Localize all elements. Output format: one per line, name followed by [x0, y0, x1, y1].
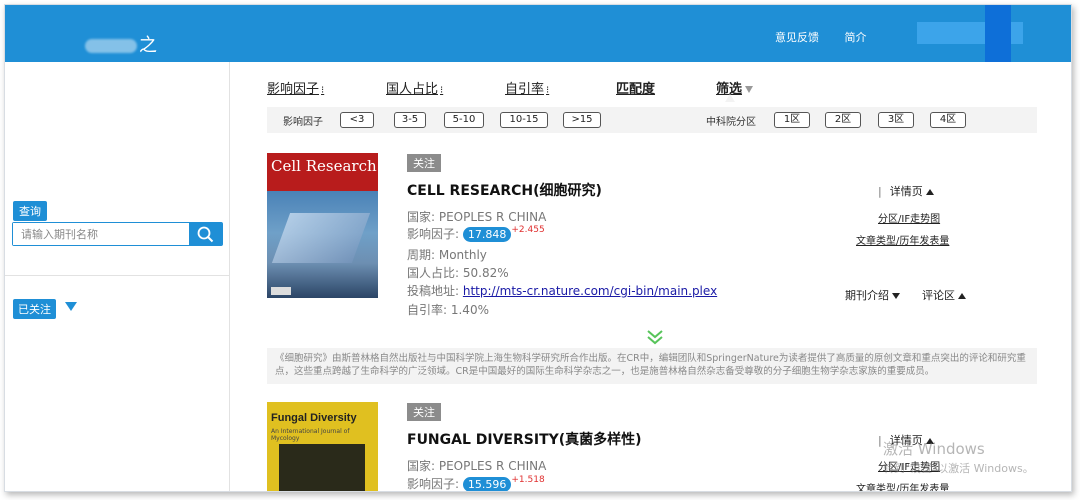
top-header: 之 意见反馈 简介	[5, 5, 1071, 62]
sort-label: 影响因子	[267, 82, 320, 97]
cover-title: Cell Research	[271, 157, 377, 175]
sort-label: 国人占比	[386, 82, 439, 97]
intro-label: 期刊介绍	[845, 289, 889, 302]
sort-impact-factor[interactable]: 影响因子 ⁝	[267, 78, 324, 97]
caret-up-icon	[725, 94, 735, 102]
caret-up-icon	[925, 189, 934, 195]
search-icon	[197, 226, 214, 243]
journal-impact-factor: 影响因子: 17.848 +2.455	[407, 225, 545, 242]
header-accent-tab	[985, 5, 1011, 62]
sidebar: 查询 已关注	[5, 62, 230, 491]
search-input[interactable]	[13, 223, 191, 245]
header-link-intro[interactable]: 简介	[845, 31, 867, 44]
journal-submit-address: 投稿地址: http://mts-cr.nature.com/cgi-bin/m…	[407, 282, 717, 299]
filter-row: 影响因子 <3 3-5 5-10 10-15 >15 中科院分区 1区 2区 3…	[267, 107, 1037, 133]
search-button[interactable]	[189, 222, 222, 246]
site-logo[interactable]: 之	[85, 31, 158, 57]
submit-label: 投稿地址:	[407, 284, 460, 298]
followed-button[interactable]: 已关注	[13, 299, 56, 319]
journal-cover[interactable]: Cell Research	[267, 153, 378, 298]
logo-blurred-text	[85, 39, 137, 53]
cas-zone-2[interactable]: 2区	[825, 112, 861, 128]
separator: |	[878, 434, 882, 447]
cas-zone-label: 中科院分区	[706, 117, 756, 128]
sort-chinese-ratio[interactable]: 国人占比 ⁝	[386, 78, 443, 97]
if-delta: +1.518	[511, 475, 545, 485]
cover-artwork	[279, 444, 365, 491]
sort-self-citation[interactable]: 自引率 ⁝	[505, 78, 549, 97]
journal-period: 周期: Monthly	[407, 248, 487, 262]
zone-trend-link[interactable]: 分区/IF走势图	[878, 210, 940, 225]
journal-impact-factor: 影响因子: 15.596 +1.518	[407, 475, 545, 491]
windows-activation-subtext: 转到"设置"以激活 Windows。	[883, 462, 1034, 475]
if-filter-label: 影响因子	[283, 117, 323, 128]
double-chevron-down-icon[interactable]	[645, 329, 665, 345]
query-label: 查询	[13, 201, 47, 221]
submit-url-link[interactable]: http://mts-cr.nature.com/cgi-bin/main.pl…	[463, 284, 717, 298]
journal-chinese-ratio: 国人占比: 50.82%	[407, 266, 509, 280]
sort-arrows-icon: ⁝	[546, 85, 550, 96]
logo-text: 之	[139, 35, 158, 56]
if-value-badge: 15.596	[462, 477, 512, 491]
separator: |	[878, 185, 882, 198]
if-delta: +2.455	[511, 225, 545, 235]
if-filter-gt15[interactable]: >15	[563, 112, 601, 128]
chevron-down-icon[interactable]	[65, 302, 77, 311]
journal-cover[interactable]: Fungal Diversity An International Journa…	[267, 402, 378, 491]
cas-zone-1[interactable]: 1区	[774, 112, 810, 128]
windows-activation-watermark: 激活 Windows	[883, 440, 985, 458]
journal-title[interactable]: CELL RESEARCH(细胞研究)	[407, 180, 602, 200]
cover-artwork	[271, 213, 371, 263]
if-filter-5-10[interactable]: 5-10	[444, 112, 484, 128]
article-types-link[interactable]: 文章类型/历年发表量	[856, 480, 949, 491]
if-filter-10-15[interactable]: 10-15	[500, 112, 548, 128]
follow-button[interactable]: 关注	[407, 403, 441, 421]
if-label: 影响因子:	[407, 227, 460, 241]
journal-country: 国家: PEOPLES R CHINA	[407, 210, 547, 224]
header-links: 意见反馈 简介	[775, 29, 889, 45]
sort-match[interactable]: 匹配度	[616, 78, 655, 97]
article-types-link[interactable]: 文章类型/历年发表量	[856, 232, 949, 247]
detail-page-toggle[interactable]: | 详情页	[878, 183, 934, 199]
cas-zone-3[interactable]: 3区	[878, 112, 914, 128]
caret-up-icon	[958, 293, 966, 299]
if-label: 影响因子:	[407, 477, 460, 491]
detail-label: 详情页	[889, 185, 923, 198]
cover-subtitle: An International Journal of Mycology	[271, 428, 350, 442]
comments-label: 评论区	[922, 289, 955, 302]
journal-self-cite: 自引率: 1.40%	[407, 303, 489, 317]
if-value-badge: 17.848	[462, 227, 512, 242]
journal-description: 《细胞研究》由斯普林格自然出版社与中国科学院上海生物科学研究所合作出版。在CR中…	[267, 348, 1037, 384]
journal-country: 国家: PEOPLES R CHINA	[407, 459, 547, 473]
cover-barcode	[271, 287, 291, 295]
sort-label: 自引率	[505, 82, 545, 97]
journal-intro-toggle[interactable]: 期刊介绍	[845, 287, 900, 303]
sort-arrows-icon: ⁝	[440, 85, 444, 96]
sort-arrows-icon: ⁝	[321, 85, 325, 96]
journal-title[interactable]: FUNGAL DIVERSITY(真菌多样性)	[407, 429, 642, 449]
caret-down-icon	[892, 293, 900, 299]
comments-toggle[interactable]: 评论区	[922, 287, 966, 303]
follow-button[interactable]: 关注	[407, 154, 441, 172]
cas-zone-4[interactable]: 4区	[930, 112, 966, 128]
header-link-feedback[interactable]: 意见反馈	[775, 31, 819, 44]
app-frame: 之 意见反馈 简介 查询 已关注 影响因子⁝ 国人占比⁝ 自引率⁝ 匹配度 筛	[4, 4, 1072, 492]
if-filter-3-5[interactable]: 3-5	[394, 112, 426, 128]
sidebar-divider	[5, 275, 230, 276]
search-box	[12, 222, 223, 246]
cover-title: Fungal Diversity	[271, 412, 357, 424]
filter-icon	[745, 86, 754, 93]
if-filter-lt3[interactable]: <3	[340, 112, 374, 128]
